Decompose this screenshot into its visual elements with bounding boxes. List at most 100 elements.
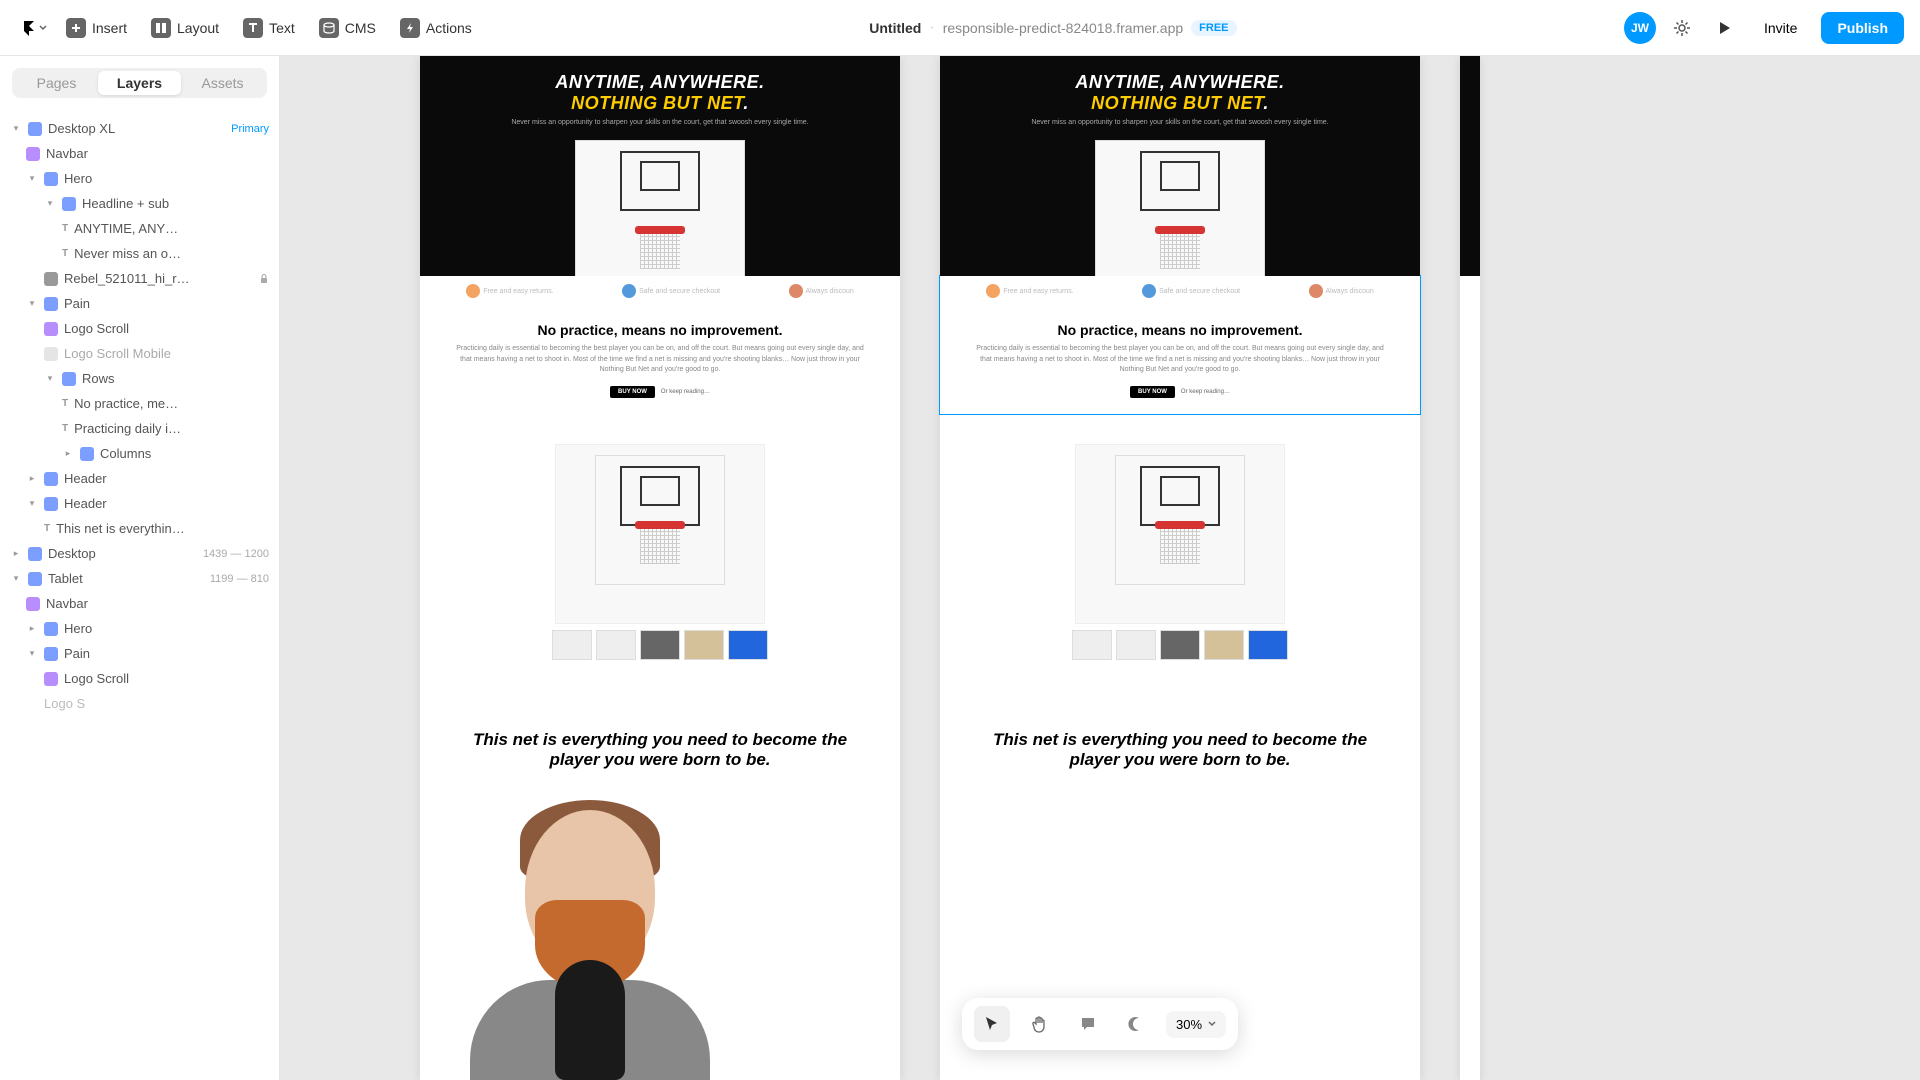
caret-icon[interactable]: ▸ <box>26 473 38 485</box>
thumbnail <box>1160 630 1200 660</box>
tree-label: Logo S <box>44 696 269 711</box>
tree-label: Rows <box>82 371 269 386</box>
tree-hero[interactable]: ▾ Hero <box>0 166 279 191</box>
caret-icon[interactable]: ▾ <box>26 173 38 185</box>
hero-line2: NOTHING BUT NET <box>1091 93 1263 113</box>
component-icon <box>44 322 58 336</box>
tree-tablet-hero[interactable]: ▸ Hero <box>0 616 279 641</box>
project-title[interactable]: Untitled <box>869 20 921 36</box>
breakpoint-range: 1439 — 1200 <box>203 548 269 560</box>
project-domain[interactable]: responsible-predict-824018.framer.app <box>943 20 1183 36</box>
lock-icon <box>622 284 636 298</box>
layout-icon <box>151 18 171 38</box>
cms-icon <box>319 18 339 38</box>
tree-label: Tablet <box>48 571 204 586</box>
caret-icon[interactable]: ▸ <box>10 548 22 560</box>
tab-layers[interactable]: Layers <box>98 71 181 95</box>
layer-tree[interactable]: ▾ Desktop XL Primary Navbar ▾ Hero ▾ Hea… <box>0 110 279 1080</box>
stack-icon <box>80 447 94 461</box>
caret-icon[interactable]: ▸ <box>62 448 74 460</box>
tree-practicing-text[interactable]: T Practicing daily i… <box>0 416 279 441</box>
thumbnail <box>1116 630 1156 660</box>
caret-icon[interactable]: ▾ <box>44 198 56 210</box>
logo-strip: Free and easy returns. Safe and secure c… <box>940 276 1420 306</box>
tree-label: Logo Scroll Mobile <box>64 346 269 361</box>
tree-desktop[interactable]: ▸ Desktop 1439 — 1200 <box>0 541 279 566</box>
tree-label: Hero <box>64 621 269 636</box>
tree-label: Header <box>64 471 269 486</box>
caret-icon[interactable]: ▾ <box>26 298 38 310</box>
tree-never-miss-text[interactable]: T Never miss an o… <box>0 241 279 266</box>
thumbnail <box>728 630 768 660</box>
tree-logo-scroll[interactable]: Logo Scroll <box>0 316 279 341</box>
comment-tool[interactable] <box>1070 1006 1106 1042</box>
preview-button[interactable] <box>1708 12 1740 44</box>
dark-mode-toggle[interactable] <box>1118 1006 1154 1042</box>
frame-icon <box>28 572 42 586</box>
thumbnail <box>552 630 592 660</box>
tree-headline-sub[interactable]: ▾ Headline + sub <box>0 191 279 216</box>
tree-tablet-logo-scroll[interactable]: Logo Scroll <box>0 666 279 691</box>
cms-button[interactable]: CMS <box>309 12 386 44</box>
gallery-thumbnails <box>480 630 840 660</box>
tree-this-net-text[interactable]: T This net is everythin… <box>0 516 279 541</box>
tree-columns[interactable]: ▸ Columns <box>0 441 279 466</box>
frame-tablet-sliver[interactable] <box>1460 56 1480 1080</box>
tree-label: Headline + sub <box>82 196 269 211</box>
stack-icon <box>44 647 58 661</box>
insert-button[interactable]: Insert <box>56 12 137 44</box>
hero-headline: ANYTIME, ANYWHERE. NOTHING BUT NET. <box>960 72 1400 114</box>
invite-button[interactable]: Invite <box>1750 14 1811 42</box>
tree-desktop-xl[interactable]: ▾ Desktop XL Primary <box>0 116 279 141</box>
layout-button[interactable]: Layout <box>141 12 229 44</box>
tree-tablet[interactable]: ▾ Tablet 1199 — 810 <box>0 566 279 591</box>
actions-button[interactable]: Actions <box>390 12 482 44</box>
discount-icon <box>789 284 803 298</box>
tree-tablet-logo-s[interactable]: Logo S <box>0 691 279 716</box>
caret-icon[interactable]: ▾ <box>26 648 38 660</box>
tree-label: ANYTIME, ANY… <box>74 221 269 236</box>
tree-navbar[interactable]: Navbar <box>0 141 279 166</box>
actions-label: Actions <box>426 20 472 36</box>
frame-desktop[interactable]: ANYTIME, ANYWHERE. NOTHING BUT NET. Neve… <box>940 56 1420 1080</box>
tree-header-2[interactable]: ▾ Header <box>0 491 279 516</box>
tree-label: Rebel_521011_hi_r… <box>64 271 253 286</box>
framer-menu-button[interactable] <box>16 10 52 46</box>
tree-header-1[interactable]: ▸ Header <box>0 466 279 491</box>
tree-rebel-image[interactable]: Rebel_521011_hi_r… <box>0 266 279 291</box>
tree-rows[interactable]: ▾ Rows <box>0 366 279 391</box>
cursor-tool[interactable] <box>974 1006 1010 1042</box>
tree-pain[interactable]: ▾ Pain <box>0 291 279 316</box>
hero-headline: ANYTIME, ANYWHERE. NOTHING BUT NET. <box>440 72 880 114</box>
basketball-hoop-image <box>575 140 745 276</box>
avatar[interactable]: JW <box>1624 12 1656 44</box>
tree-anytime-text[interactable]: T ANYTIME, ANY… <box>0 216 279 241</box>
settings-button[interactable] <box>1666 12 1698 44</box>
caret-icon[interactable]: ▾ <box>10 123 22 135</box>
tree-logo-scroll-mobile[interactable]: Logo Scroll Mobile <box>0 341 279 366</box>
hand-tool[interactable] <box>1022 1006 1058 1042</box>
tree-label: Desktop <box>48 546 197 561</box>
hero-dot: . <box>743 93 749 113</box>
caret-icon[interactable]: ▾ <box>44 373 56 385</box>
caret-icon[interactable]: ▸ <box>26 623 38 635</box>
zoom-select[interactable]: 30% <box>1166 1011 1226 1038</box>
tree-label: Columns <box>100 446 269 461</box>
caret-icon[interactable]: ▾ <box>10 573 22 585</box>
tree-label: Never miss an o… <box>74 246 269 261</box>
canvas[interactable]: ANYTIME, ANYWHERE. NOTHING BUT NET. Neve… <box>280 56 1920 1080</box>
title-separator: · <box>929 19 934 37</box>
caret-icon[interactable]: ▾ <box>26 498 38 510</box>
tree-no-practice-text[interactable]: T No practice, me… <box>0 391 279 416</box>
tree-label: Pain <box>64 646 269 661</box>
layout-label: Layout <box>177 20 219 36</box>
insert-label: Insert <box>92 20 127 36</box>
lightning-icon <box>400 18 420 38</box>
pain-buttons: BUY NOW Or keep reading… <box>970 386 1390 398</box>
tab-pages[interactable]: Pages <box>15 71 98 95</box>
tree-tablet-pain[interactable]: ▾ Pain <box>0 641 279 666</box>
publish-button[interactable]: Publish <box>1821 12 1904 44</box>
tree-tablet-navbar[interactable]: Navbar <box>0 591 279 616</box>
text-button[interactable]: Text <box>233 12 305 44</box>
tab-assets[interactable]: Assets <box>181 71 264 95</box>
